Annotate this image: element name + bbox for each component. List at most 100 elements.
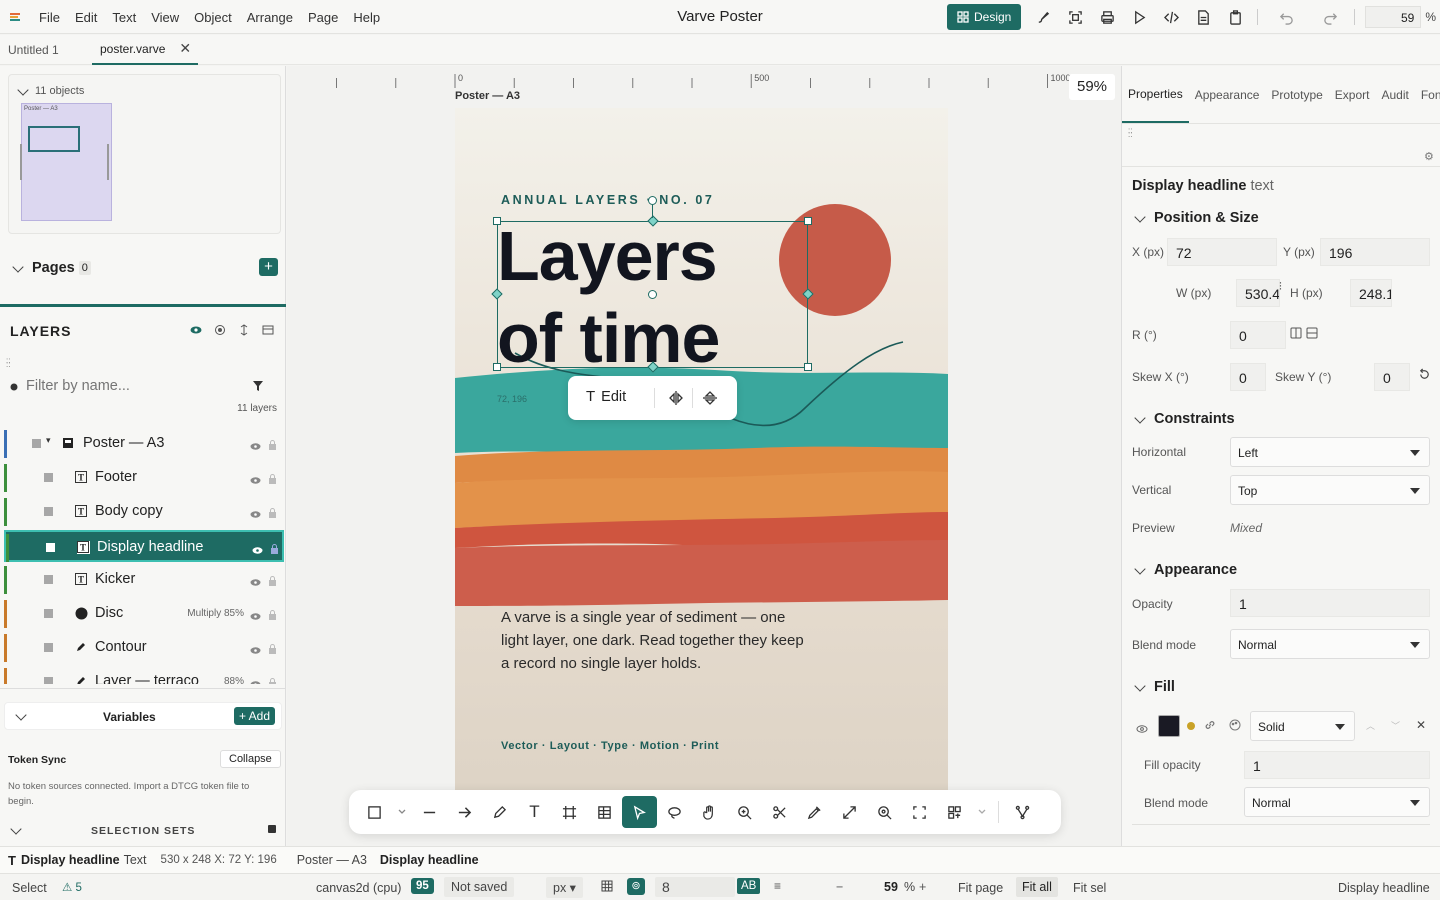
edit-text-button[interactable]: T Edit	[586, 388, 626, 405]
palette-icon[interactable]	[1229, 719, 1241, 731]
line-tool[interactable]	[412, 796, 447, 828]
blend-mode-select[interactable]: Normal	[1230, 629, 1430, 659]
scissors-tool[interactable]	[762, 796, 797, 828]
lock-icon[interactable]	[268, 642, 277, 654]
frame-tool[interactable]	[552, 796, 587, 828]
minimap[interactable]: 11 objects Poster — A3	[8, 74, 281, 234]
fit-selection-button[interactable]: Fit sel	[1073, 881, 1106, 895]
move-down-icon[interactable]: ﹀	[1391, 719, 1400, 732]
eye-icon[interactable]	[250, 473, 261, 484]
design-mode-button[interactable]: Design	[947, 4, 1022, 30]
tab-prototype[interactable]: Prototype	[1265, 66, 1328, 123]
tab-fonts[interactable]: Fonts	[1415, 66, 1440, 123]
menu-object[interactable]: Object	[194, 10, 232, 25]
filter-icon[interactable]	[252, 380, 264, 392]
checkbox-checked-icon[interactable]	[46, 543, 55, 552]
document-icon[interactable]	[1187, 4, 1219, 30]
layer-row[interactable]: Disc Multiply 85%	[4, 598, 284, 630]
constraints-header[interactable]: Constraints	[1134, 411, 1235, 427]
h-input[interactable]: 248.16	[1350, 279, 1392, 307]
lock-icon[interactable]	[268, 438, 277, 450]
fit-page-button[interactable]: Fit page	[958, 881, 1003, 895]
link-icon[interactable]	[1204, 719, 1216, 731]
menu-edit[interactable]: Edit	[75, 10, 97, 25]
menu-help[interactable]: Help	[353, 10, 380, 25]
x-input[interactable]: 72	[1167, 238, 1277, 266]
fill-color-swatch[interactable]	[1158, 715, 1180, 737]
sort-icon[interactable]	[238, 324, 250, 336]
close-icon[interactable]: ✕	[179, 40, 191, 57]
snap-icon[interactable]: ⊚	[627, 878, 645, 895]
eye-icon[interactable]	[190, 324, 202, 336]
lock-icon[interactable]	[268, 574, 277, 586]
lock-ratio-icon[interactable]: ⫶	[1279, 281, 1282, 294]
align-icon[interactable]: ≡	[774, 879, 781, 893]
zoom-input[interactable]: 59	[1365, 6, 1422, 28]
eye-icon[interactable]	[250, 439, 261, 450]
tab-export[interactable]: Export	[1329, 66, 1376, 123]
drag-handle-icon[interactable]: ::::	[6, 357, 10, 369]
fit-all-button[interactable]: Fit all	[1016, 877, 1058, 897]
undo-icon[interactable]	[1264, 4, 1308, 30]
lock-icon[interactable]	[268, 506, 277, 518]
center-handle[interactable]	[648, 290, 657, 299]
image-icon[interactable]	[262, 324, 274, 336]
opacity-input[interactable]: 1	[1230, 589, 1430, 617]
tab-properties[interactable]: Properties	[1122, 66, 1189, 123]
horizontal-select[interactable]: Left	[1230, 437, 1430, 467]
grid-size-input[interactable]: 8	[655, 877, 735, 897]
kicker-text[interactable]: ANNUAL LAYERS · NO. 07	[501, 193, 714, 207]
layer-row[interactable]: Contour	[4, 632, 284, 664]
arrow-tool[interactable]	[447, 796, 482, 828]
clipboard-icon[interactable]	[1219, 4, 1251, 30]
settings-icon[interactable]: ⚙	[1424, 150, 1434, 163]
y-input[interactable]: 196	[1320, 238, 1430, 266]
menu-file[interactable]: File	[39, 10, 60, 25]
breadcrumb-parent[interactable]: Poster — A3	[297, 853, 367, 867]
body-copy[interactable]: A varve is a single year of sediment — o…	[501, 606, 811, 675]
resize-handle[interactable]	[493, 217, 501, 225]
warnings-badge[interactable]: ⚠ 5	[62, 880, 82, 894]
pencil-tool[interactable]	[482, 796, 517, 828]
checkbox-icon[interactable]	[44, 609, 53, 618]
eyedropper-tool[interactable]	[797, 796, 832, 828]
play-icon[interactable]	[1123, 4, 1155, 30]
breadcrumb-current[interactable]: Display headline	[380, 853, 479, 867]
grid-icon[interactable]	[601, 880, 613, 892]
w-input[interactable]: 530.4	[1236, 279, 1280, 307]
zoom-in-button[interactable]: +	[919, 880, 926, 894]
lock-icon[interactable]	[268, 676, 277, 684]
path-tool[interactable]	[1005, 796, 1040, 828]
fill-opacity-input[interactable]: 1	[1244, 751, 1430, 779]
frame-label[interactable]: Poster — A3	[455, 90, 520, 102]
canvas[interactable]: 0 500 1000 59% Poster — A3 ANNUAL LAYERS ·…	[287, 66, 1121, 846]
skew-y-input[interactable]: 0	[1374, 363, 1410, 391]
lock-icon[interactable]	[268, 608, 277, 620]
checkbox-icon[interactable]	[32, 439, 41, 448]
add-set-icon[interactable]	[268, 825, 276, 833]
scan-icon[interactable]	[1059, 4, 1091, 30]
checkbox-icon[interactable]	[44, 643, 53, 652]
layer-row[interactable]: ▾ Poster — A3	[4, 428, 284, 460]
eye-icon[interactable]	[252, 543, 263, 554]
resize-handle[interactable]	[804, 363, 812, 371]
resize-handle[interactable]	[493, 363, 501, 371]
footer-text[interactable]: Vector · Layout · Type · Motion · Print	[501, 740, 719, 752]
layer-row[interactable]: T Footer	[4, 462, 284, 494]
menu-text[interactable]: Text	[112, 10, 136, 25]
page-thumbnail[interactable]: Poster — A3	[20, 103, 112, 221]
drag-handle-icon[interactable]: ::::	[1128, 127, 1132, 139]
expand-tool[interactable]	[832, 796, 867, 828]
eye-icon[interactable]	[250, 507, 261, 518]
variables-header[interactable]: Variables + Add	[4, 702, 282, 730]
table-tool[interactable]	[587, 796, 622, 828]
lock-icon[interactable]	[268, 472, 277, 484]
eye-icon[interactable]	[250, 575, 261, 586]
target-icon[interactable]	[214, 324, 226, 336]
selection-sets-header[interactable]: SELECTION SETS	[0, 821, 286, 841]
layer-row[interactable]: Layer — terraco 88%	[4, 666, 284, 684]
fill-blend-select[interactable]: Normal	[1244, 787, 1430, 817]
checkbox-icon[interactable]	[44, 473, 53, 482]
add-page-button[interactable]: +	[259, 258, 278, 276]
collapse-button[interactable]: Collapse	[220, 750, 281, 768]
